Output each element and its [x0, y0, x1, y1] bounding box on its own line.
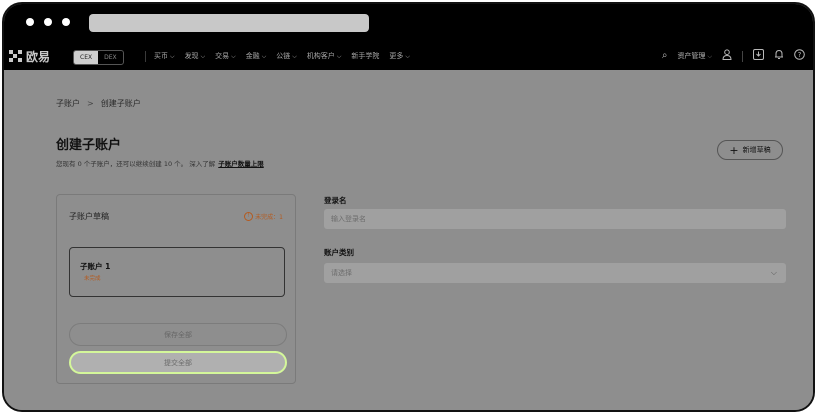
menu-chain[interactable]: 公链 ⌵: [276, 51, 297, 61]
okx-logo[interactable]: 欧易: [9, 48, 50, 64]
cex-tab[interactable]: CEX: [74, 51, 99, 64]
page-title: 创建子账户: [56, 138, 122, 153]
menu-more[interactable]: 更多 ⌵: [389, 51, 410, 61]
breadcrumb-subaccount-link[interactable]: 子账户: [56, 99, 80, 108]
help-icon[interactable]: ?: [794, 48, 805, 64]
main-menu: 买币 ⌵ 发现 ⌵ 交易 ⌵ 金融 ⌵ 公链 ⌵ 机构客户 ⌵ 新手学院 更多 ⌵: [154, 42, 410, 70]
browser-titlebar: [4, 4, 813, 42]
menu-buy-crypto[interactable]: 买币 ⌵: [154, 51, 175, 61]
drafts-panel-title: 子账户草稿: [69, 212, 109, 221]
menu-academy[interactable]: 新手学院: [351, 51, 379, 61]
draft-card-name: 子账户 1: [80, 262, 111, 271]
chevron-down-icon: ⌵: [405, 53, 410, 60]
window-dot-icon[interactable]: [26, 18, 34, 26]
download-icon[interactable]: [753, 48, 764, 64]
account-type-label: 账户类别: [324, 248, 354, 257]
user-icon[interactable]: [722, 48, 732, 64]
browser-window: 欧易 CEX DEX 买币 ⌵ 发现 ⌵ 交易 ⌵ 金融 ⌵ 公链 ⌵ 机构客户 ⌵ 新手学…: [2, 2, 815, 412]
nav-divider: [742, 50, 743, 62]
logo-mark-icon: [9, 49, 23, 63]
nav-right-actions: ⌕ 资产管理 ⌵ ?: [662, 42, 805, 70]
menu-discover[interactable]: 发现 ⌵: [185, 51, 206, 61]
menu-finance[interactable]: 金融 ⌵: [246, 51, 267, 61]
submit-all-button[interactable]: 提交全部: [69, 351, 287, 374]
breadcrumb-current: 创建子账户: [100, 99, 141, 108]
logo-text: 欧易: [26, 49, 51, 64]
menu-trade[interactable]: 交易 ⌵: [215, 51, 236, 61]
breadcrumb: 子账户 > 创建子账户: [56, 98, 141, 109]
chevron-down-icon: ⌵: [707, 53, 712, 60]
account-type-select[interactable]: 请选择 ⌵: [324, 263, 786, 283]
top-navigation: 欧易 CEX DEX 买币 ⌵ 发现 ⌵ 交易 ⌵ 金融 ⌵ 公链 ⌵ 机构客户 ⌵ 新手学…: [4, 42, 813, 70]
chevron-down-icon: ⌵: [231, 53, 236, 60]
menu-institutional[interactable]: 机构客户 ⌵: [307, 51, 342, 61]
status-badge: ! 未完成：1: [244, 212, 283, 221]
chevron-down-icon: ⌵: [170, 53, 175, 60]
login-name-label: 登录名: [324, 196, 347, 205]
address-bar[interactable]: [89, 14, 369, 32]
login-name-input[interactable]: 输入登录名: [324, 209, 786, 229]
page-subtitle: 您现有 0 个子账户，还可以继续创建 10 个。 深入了解 子账户数量上限: [56, 160, 264, 168]
chevron-down-icon: ⌵: [261, 53, 267, 60]
subaccount-limit-link[interactable]: 子账户数量上限: [218, 160, 264, 168]
window-dot-icon[interactable]: [44, 18, 52, 26]
chevron-down-icon: ⌵: [336, 53, 342, 60]
plus-icon: +: [729, 143, 739, 157]
warning-icon: !: [244, 212, 254, 221]
svg-text:?: ?: [798, 50, 802, 58]
cex-dex-switch[interactable]: CEX DEX: [73, 50, 124, 65]
breadcrumb-separator: >: [87, 99, 94, 108]
dex-tab[interactable]: DEX: [98, 51, 123, 64]
asset-management-menu[interactable]: 资产管理 ⌵: [677, 51, 712, 61]
nav-divider: [145, 51, 146, 62]
bell-icon[interactable]: [774, 49, 784, 64]
draft-card[interactable]: 子账户 1 未完成: [69, 247, 285, 297]
window-dot-icon[interactable]: [62, 18, 70, 26]
search-icon[interactable]: ⌕: [662, 50, 668, 62]
chevron-down-icon: ⌵: [200, 53, 206, 60]
chevron-down-icon: ⌵: [292, 53, 297, 60]
main-content: 子账户 > 创建子账户 创建子账户 您现有 0 个子账户，还可以继续创建 10 个。…: [4, 70, 813, 410]
save-all-button[interactable]: 保存全部: [69, 323, 287, 346]
draft-card-status: 未完成: [84, 276, 101, 282]
drafts-panel: 子账户草稿 ! 未完成：1 子账户 1 未完成 保存全部 提交全部: [56, 194, 296, 384]
chevron-down-icon: ⌵: [770, 268, 777, 277]
new-draft-button[interactable]: + 新增草稿: [717, 140, 783, 160]
